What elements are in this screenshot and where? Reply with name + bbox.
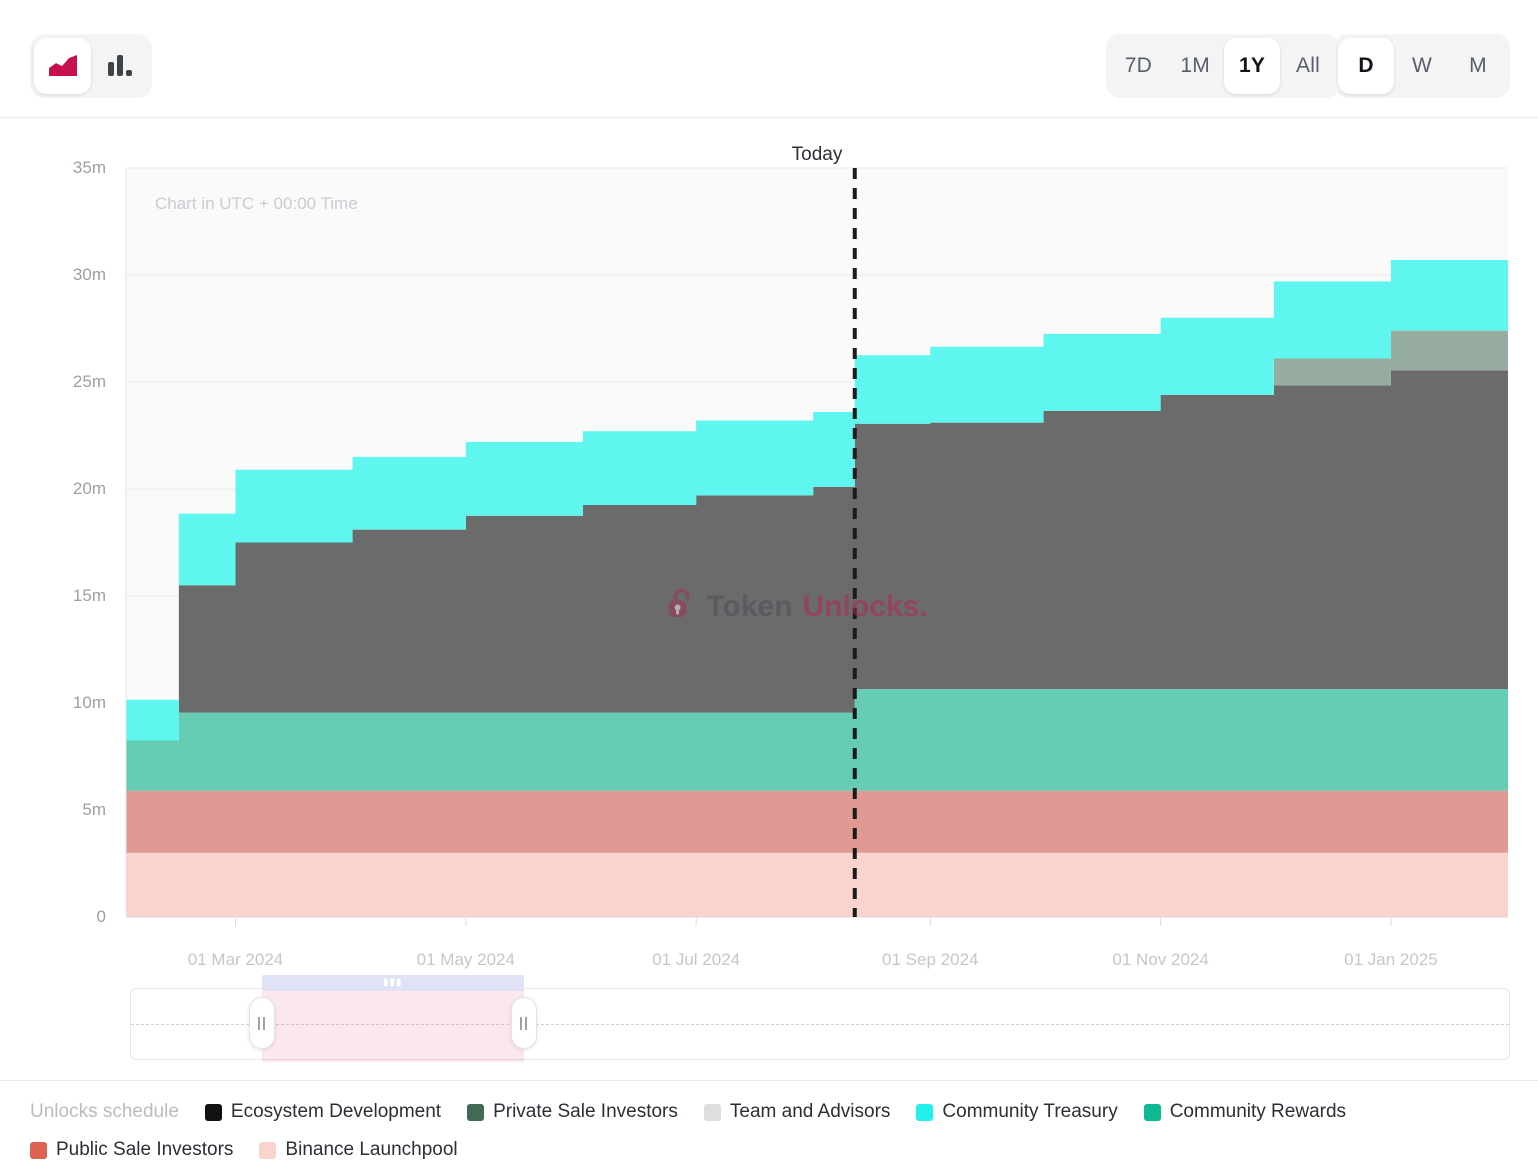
grip-dots-icon: ▮▮▮ bbox=[383, 977, 403, 988]
legend-item-public-sale-investors[interactable]: Public Sale Investors bbox=[30, 1137, 233, 1163]
x-axis-tick-label: 01 Sep 2024 bbox=[882, 950, 979, 969]
legend-swatch bbox=[916, 1103, 934, 1121]
period-button-1m[interactable]: 1M bbox=[1166, 38, 1224, 94]
area-chart-icon bbox=[48, 51, 78, 81]
granularity-button-m[interactable]: M bbox=[1450, 38, 1506, 94]
x-axis-tick-label: 01 Mar 2024 bbox=[187, 950, 284, 969]
handle-grip-icon bbox=[520, 1016, 528, 1030]
legend-item-label: Community Rewards bbox=[1169, 1101, 1347, 1122]
period-button-group: 7D 1M 1Y All bbox=[1106, 34, 1340, 98]
legend-item-label: Binance Launchpool bbox=[285, 1139, 458, 1160]
slider-drag-bar[interactable]: ▮▮▮ bbox=[261, 975, 524, 991]
legend-swatch bbox=[204, 1103, 222, 1121]
legend-item-private-sale-investors[interactable]: Private Sale Investors bbox=[467, 1099, 678, 1125]
granularity-button-w[interactable]: W bbox=[1394, 38, 1450, 94]
legend-item-label: Team and Advisors bbox=[729, 1101, 891, 1122]
bar-chart-toggle[interactable] bbox=[91, 38, 148, 94]
period-button-1y[interactable]: 1Y bbox=[1224, 38, 1280, 94]
legend-swatch bbox=[1143, 1103, 1161, 1121]
period-button-all[interactable]: All bbox=[1280, 38, 1336, 94]
legend-item-label: Ecosystem Development bbox=[230, 1101, 442, 1122]
x-axis-labels: 01 Mar 2024 01 May 2024 01 Jul 2024 01 Sep … bbox=[0, 118, 1538, 1080]
period-button-7d[interactable]: 7D bbox=[1110, 38, 1166, 94]
legend-swatch bbox=[259, 1141, 277, 1159]
legend-swatch bbox=[467, 1103, 485, 1121]
token-unlock-chart-page: 7D 1M 1Y All D W M Today Chart in UTC + … bbox=[0, 0, 1538, 1174]
date-range-slider[interactable]: ▮▮▮ bbox=[130, 975, 1510, 1062]
slider-handle-right[interactable] bbox=[510, 997, 537, 1049]
chart-plot-area[interactable]: Today Chart in UTC + 00:00 Time 0 5m 10m 15… bbox=[0, 118, 1538, 1080]
chart-legend: Unlocks schedule Ecosystem Development Pr… bbox=[0, 1080, 1538, 1174]
legend-item-label: Public Sale Investors bbox=[56, 1139, 234, 1160]
slider-selection-band[interactable] bbox=[261, 988, 524, 1062]
area-chart-toggle[interactable] bbox=[34, 38, 91, 94]
x-axis-tick-label: 01 Nov 2024 bbox=[1112, 950, 1209, 969]
legend-item-community-treasury[interactable]: Community Treasury bbox=[916, 1099, 1118, 1125]
x-axis-tick-label: 01 Jul 2024 bbox=[652, 950, 741, 969]
granularity-button-d[interactable]: D bbox=[1338, 38, 1394, 94]
bar-chart-icon bbox=[106, 52, 134, 81]
legend-swatch bbox=[30, 1141, 47, 1159]
chart-type-toggle-group bbox=[30, 34, 152, 98]
chart-toolbar: 7D 1M 1Y All D W M bbox=[0, 0, 1538, 118]
legend-item-team-and-advisors[interactable]: Team and Advisors bbox=[703, 1099, 891, 1125]
slider-handle-left[interactable] bbox=[248, 997, 275, 1049]
legend-item-ecosystem-development[interactable]: Ecosystem Development bbox=[204, 1099, 442, 1125]
legend-item-binance-launchpool[interactable]: Binance Launchpool bbox=[259, 1137, 458, 1163]
handle-grip-icon bbox=[258, 1016, 266, 1030]
legend-item-community-rewards[interactable]: Community Rewards bbox=[1143, 1099, 1347, 1125]
x-axis-tick-label: 01 Jan 2025 bbox=[1344, 950, 1438, 969]
granularity-button-group: D W M bbox=[1334, 34, 1510, 98]
legend-item-label: Private Sale Investors bbox=[493, 1101, 678, 1122]
legend-swatch bbox=[703, 1103, 721, 1121]
legend-title: Unlocks schedule bbox=[30, 1101, 179, 1122]
legend-item-label: Community Treasury bbox=[942, 1101, 1118, 1122]
x-axis-tick-label: 01 May 2024 bbox=[416, 950, 515, 969]
